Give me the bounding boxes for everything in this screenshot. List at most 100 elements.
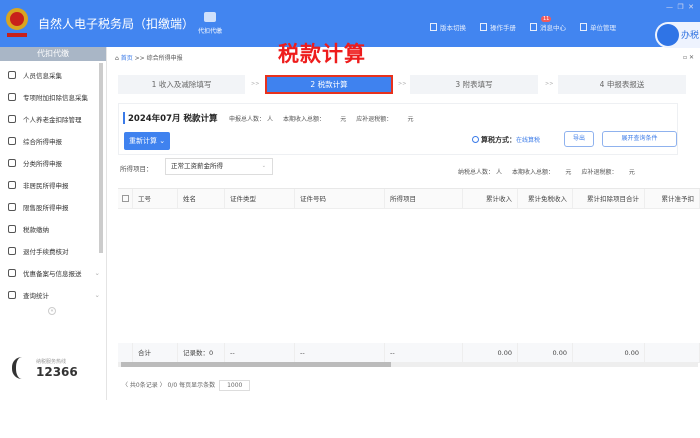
- tax-table: 工号 姓名 证件类型 证件号码 所得项目 累计收入 累计免税收入 累计扣除项目合计 累计准予扣 …: [118, 188, 700, 363]
- column-header[interactable]: 证件类型: [225, 189, 295, 209]
- collapse-sidebar-icon[interactable]: «: [48, 307, 56, 315]
- column-header[interactable]: 证件号码: [295, 189, 385, 209]
- sidebar-item[interactable]: 人员信息采集: [0, 64, 106, 86]
- income-item-select[interactable]: 正常工资薪金所得 ⌄: [165, 158, 273, 175]
- breadcrumb-home[interactable]: 首页: [121, 55, 133, 62]
- step-3[interactable]: 3 附表填写: [410, 75, 538, 94]
- sidebar-item[interactable]: 优惠备案与信息报送 ⌄: [0, 262, 106, 284]
- summary-cell: 记录数：0: [178, 343, 225, 363]
- table-summary-row: 合计 记录数：0 -- -- -- 0.00 0.00 0.00: [118, 343, 700, 363]
- sidebar-item[interactable]: 查询统计 ⌄: [0, 284, 106, 306]
- sidebar-item-label: 查询统计: [23, 292, 49, 300]
- column-header[interactable]: 工号: [133, 189, 178, 209]
- chart-icon: [8, 203, 16, 211]
- pane-controls[interactable]: ▫ ✕: [683, 54, 694, 61]
- unit-management-link[interactable]: 单位管理: [580, 22, 616, 32]
- chevron-down-icon: ⌄: [94, 291, 100, 299]
- summary-cell: 0.00: [518, 343, 573, 363]
- step-sep: >>: [398, 81, 407, 87]
- pager-text: 〈 共0条记录 〉 0/0 每页显示条数: [122, 382, 216, 389]
- sidebar-item-label: 专项附加扣除信息采集: [23, 94, 88, 102]
- hotline-label: 纳税服务热线: [36, 358, 67, 365]
- building-icon: [580, 23, 587, 31]
- declare-count: 申报总人数： 人: [229, 116, 273, 123]
- pie-icon: [8, 159, 16, 167]
- manual-link[interactable]: 操作手册: [480, 22, 516, 32]
- column-header[interactable]: 累计收入: [463, 189, 518, 209]
- nav-label: 代扣代缴: [197, 28, 222, 35]
- window-controls[interactable]: — ❐ ✕: [666, 3, 694, 11]
- pagination: 〈 共0条记录 〉 0/0 每页显示条数 1000: [122, 380, 251, 391]
- step-1[interactable]: 1 收入及减除填写: [118, 75, 245, 94]
- summary-stats: 纳税总人数： 人本期收入总额： 元应补退税额： 元: [458, 169, 635, 176]
- emblem-logo: [6, 8, 28, 37]
- phone-icon: [12, 357, 30, 379]
- chat-label: 办税: [681, 31, 700, 41]
- scrollbar-thumb[interactable]: [121, 362, 391, 367]
- version-switch-link[interactable]: 版本切换: [430, 22, 466, 32]
- step-bar: 1 收入及减除填写 >> 2 税款计算 >> 3 附表填写 >> 4 申报表报送: [118, 75, 686, 94]
- summary-cell: --: [295, 343, 385, 363]
- hotline-number: 12366: [36, 364, 78, 379]
- link-label: 消息中心: [540, 24, 566, 32]
- sidebar-item[interactable]: 退付手续费核对: [0, 240, 106, 262]
- period-title: 2024年07月 税款计算: [123, 112, 217, 124]
- book-icon: [480, 23, 487, 31]
- horizontal-scrollbar[interactable]: [118, 362, 698, 367]
- sidebar-item-label: 退付手续费核对: [23, 248, 69, 256]
- hotline: 纳税服务热线 12366: [12, 357, 78, 379]
- sidebar-item-label: 限售股所得申报: [23, 204, 69, 212]
- link-label: 版本切换: [440, 24, 466, 32]
- online-calc-link[interactable]: 在线算税: [516, 137, 540, 144]
- column-header[interactable]: 姓名: [178, 189, 225, 209]
- chat-button[interactable]: 办税: [655, 22, 700, 48]
- expand-query-button[interactable]: 展开查询条件: [602, 131, 677, 147]
- breadcrumb-sep: >>: [134, 55, 145, 62]
- summary-cell: --: [225, 343, 295, 363]
- person-icon: [8, 71, 16, 79]
- sidebar-item-label: 人员信息采集: [23, 72, 62, 80]
- sidebar-item[interactable]: 个人养老金扣除管理: [0, 108, 106, 130]
- recalculate-button[interactable]: 重新计算 ⌄: [124, 132, 171, 150]
- sidebar-item[interactable]: 专项附加扣除信息采集: [0, 86, 106, 108]
- breadcrumb: ⌂ 首页 >> 综合所得申报: [115, 55, 183, 62]
- book-icon: [8, 247, 16, 255]
- sidebar-item-label: 优惠备案与信息报送: [23, 270, 82, 278]
- select-all-checkbox[interactable]: [118, 189, 133, 209]
- mail-icon: [530, 23, 537, 31]
- nav-withholding-button[interactable]: 代扣代缴: [195, 12, 225, 35]
- summary-cell: 0.00: [573, 343, 645, 363]
- sidebar-scrollbar[interactable]: [99, 63, 103, 253]
- sidebar-item[interactable]: 综合所得申报: [0, 130, 106, 152]
- summary-cell: 合计: [133, 343, 178, 363]
- summary-cell: 0.00: [463, 343, 518, 363]
- sidebar-title: 代扣代缴: [0, 47, 106, 61]
- chevron-down-icon: ⌄: [94, 269, 100, 277]
- list-icon: [8, 93, 16, 101]
- sidebar-item[interactable]: 非居民所得申报: [0, 174, 106, 196]
- card-icon: [8, 115, 16, 123]
- sidebar-item[interactable]: 分类所得申报: [0, 152, 106, 174]
- column-header[interactable]: 累计扣除项目合计: [573, 189, 645, 209]
- sidebar-item[interactable]: 税款缴纳: [0, 218, 106, 240]
- step-sep: >>: [545, 81, 554, 87]
- summary-cell: [645, 343, 700, 363]
- page-size-input[interactable]: 1000: [219, 380, 251, 391]
- wallet-icon: [204, 12, 216, 22]
- calc-info-panel: 2024年07月 税款计算 申报总人数： 人本期收入总额： 元应补退税额： 元 …: [118, 103, 678, 155]
- column-header[interactable]: 累计准予扣: [645, 189, 700, 209]
- chevron-down-icon: ⌄: [261, 163, 266, 169]
- sidebar-item[interactable]: 限售股所得申报: [0, 196, 106, 218]
- doc-icon: [430, 23, 437, 31]
- breadcrumb-current: 综合所得申报: [146, 55, 183, 62]
- folder-icon: [8, 225, 16, 233]
- export-button[interactable]: 导出: [564, 131, 594, 147]
- column-header[interactable]: 所得项目: [385, 189, 463, 209]
- step-2[interactable]: 2 税款计算: [265, 75, 393, 94]
- step-sep: >>: [251, 81, 260, 87]
- message-center-link[interactable]: 消息中心: [530, 22, 566, 32]
- column-header[interactable]: 累计免税收入: [518, 189, 573, 209]
- summary-cell: --: [385, 343, 463, 363]
- sidebar-item-label: 分类所得申报: [23, 160, 62, 168]
- step-4[interactable]: 4 申报表报送: [558, 75, 686, 94]
